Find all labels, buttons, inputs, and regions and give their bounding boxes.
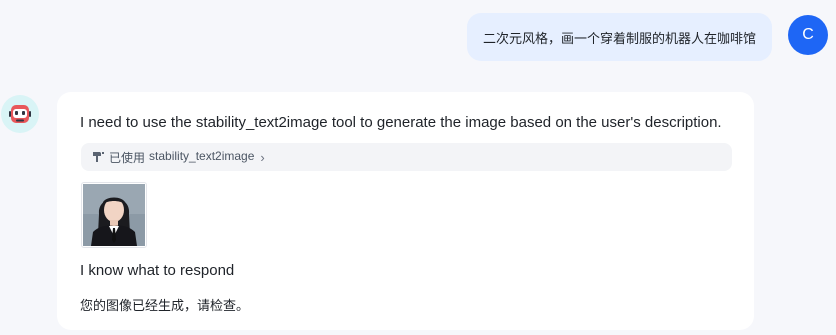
assistant-message-card: I need to use the stability_text2image t… bbox=[57, 92, 754, 330]
tool-call-name: stability_text2image bbox=[149, 148, 255, 163]
tool-call-chip[interactable]: 已使用 stability_text2image › bbox=[81, 143, 732, 171]
assistant-avatar bbox=[1, 95, 39, 133]
chevron-right-icon: › bbox=[260, 149, 265, 165]
user-message-text: 二次元风格，画一个穿着制服的机器人在咖啡馆 bbox=[482, 30, 756, 46]
user-message-row: 二次元风格，画一个穿着制服的机器人在咖啡馆 C bbox=[0, 12, 836, 64]
user-message-bubble: 二次元风格，画一个穿着制服的机器人在咖啡馆 bbox=[466, 13, 772, 61]
assistant-intro-text: I need to use the stability_text2image t… bbox=[80, 114, 722, 131]
tool-icon bbox=[93, 152, 104, 162]
robot-icon bbox=[9, 105, 31, 123]
assistant-know-text: I know what to respond bbox=[80, 262, 235, 279]
generated-image-thumbnail[interactable] bbox=[81, 182, 147, 248]
chat-page: 二次元风格，画一个穿着制服的机器人在咖啡馆 C I need to use th… bbox=[0, 0, 836, 335]
user-avatar[interactable]: C bbox=[788, 15, 828, 55]
tool-call-prefix: 已使用 bbox=[109, 150, 146, 165]
assistant-final-text: 您的图像已经生成，请检查。 bbox=[80, 298, 250, 313]
generated-image bbox=[83, 184, 145, 246]
user-avatar-letter: C bbox=[802, 26, 814, 43]
